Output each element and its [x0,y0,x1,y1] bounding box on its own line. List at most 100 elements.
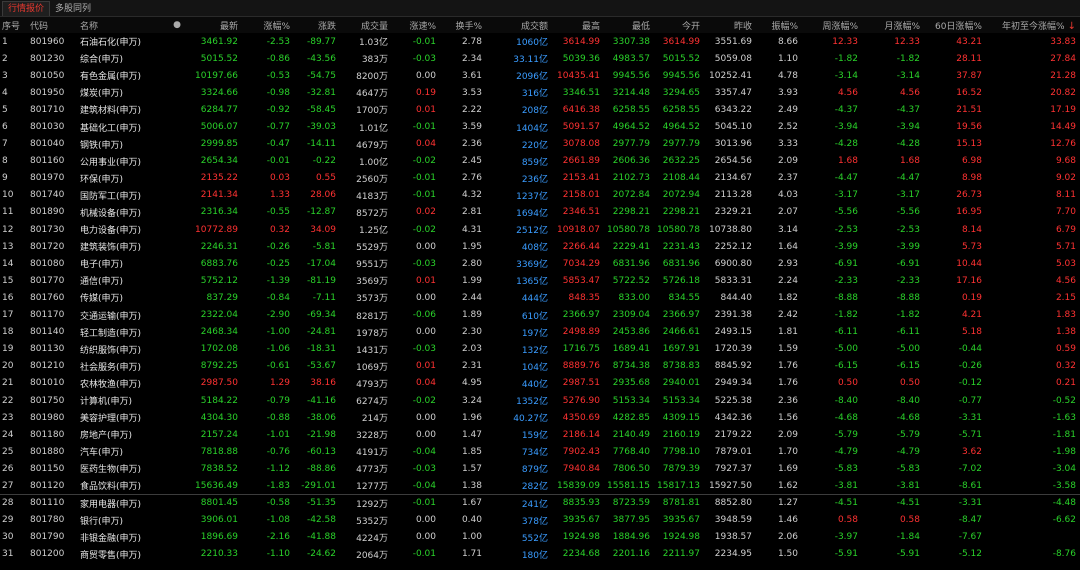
cell-name: 美容护理(申万) [80,414,142,425]
cell-marker [168,358,190,375]
cell-name: 煤炭(申万) [80,89,124,100]
table-row[interactable]: 22 801750 计算机(申万) 5184.22 -0.79 -41.16 6274万 -0… [0,392,1080,409]
table-row[interactable]: 25 801880 汽车(申万) 7818.88 -0.76 -60.13 4191万 -0.… [0,443,1080,460]
cell-60d-pct: -8.61 [924,477,986,496]
table-row[interactable]: 16 801760 传媒(申万) 837.29 -0.84 -7.11 3573万 0.00 2… [0,289,1080,306]
cell-month-pct: -5.56 [896,207,920,218]
table-row[interactable]: 7 801040 钢铁(申万) 2999.85 -0.47 -14.11 4679万 0.04… [0,136,1080,153]
cell-high: 10918.07 [557,224,600,235]
cell-week-pct: -5.56 [834,207,858,218]
table-row[interactable]: 15 801770 通信(申万) 5752.12 -1.39 -81.19 3569万 0.0… [0,272,1080,289]
cell-change-pct: -0.77 [266,122,290,133]
col-index[interactable]: 序号 [0,17,28,33]
cell-code: 801180 [30,429,65,440]
cell-volume: 214万 [361,414,388,425]
table-row[interactable]: 17 801170 交通运输(申万) 2322.04 -2.90 -69.34 8281万 -… [0,307,1080,324]
table-row[interactable]: 11 801890 机械设备(申万) 2316.34 -0.55 -12.87 8572万 0… [0,204,1080,221]
cell-marker [168,221,190,238]
col-code[interactable]: 代码 [28,17,78,33]
cell-code: 801200 [30,549,65,560]
cell-code: 801740 [30,190,65,201]
table-row[interactable]: 2 801230 综合(申万) 5015.52 -0.86 -43.56 383万 -0.03… [0,50,1080,67]
col-last[interactable]: 最新 [190,17,242,33]
cell-index: 21 [2,378,14,389]
col-ytd-pct[interactable]: 年初至今涨幅% ↓ [986,17,1080,33]
cell-index: 12 [2,224,14,235]
cell-60d-pct: -7.67 [958,532,982,543]
col-marker[interactable]: ● [168,17,190,33]
table-row[interactable]: 29 801780 银行(申万) 3906.01 -1.08 -42.58 5352万 0.0… [0,512,1080,529]
cell-turnover: 2.36 [461,139,482,150]
cell-prev-close: 844.40 [720,292,753,303]
cell-open: 4309.15 [662,412,700,423]
cell-last: 837.29 [206,292,239,303]
table-row[interactable]: 1 801960 石油石化(申万) 3461.92 -2.53 -89.77 1.03亿 -0… [0,33,1080,50]
col-turnover[interactable]: 换手% [440,17,486,33]
cell-week-pct: 0.50 [837,378,858,389]
cell-60d-pct: 4.21 [961,310,982,321]
col-amount[interactable]: 成交额 [486,17,552,33]
table-row[interactable]: 6 801030 基础化工(申万) 5006.07 -0.77 -39.03 1.01亿 -0… [0,118,1080,135]
col-change-pct[interactable]: 涨幅% [242,17,294,33]
cell-amplitude: 1.76 [777,378,798,389]
cell-marker [168,136,190,153]
table-row[interactable]: 14 801080 电子(申万) 6883.76 -0.25 -17.04 9551万 -0.… [0,255,1080,272]
cell-marker [168,50,190,67]
col-prev-close[interactable]: 昨收 [704,17,756,33]
cell-low: 2977.79 [612,139,650,150]
cell-month-pct: 1.68 [899,156,920,167]
col-60d-pct[interactable]: 60日涨幅% [924,17,986,33]
table-row[interactable]: 21 801010 农林牧渔(申万) 2987.50 1.29 38.16 4793万 0.0… [0,375,1080,392]
table-row[interactable]: 5 801710 建筑材料(申万) 6284.77 -0.92 -58.45 1700万 0.… [0,101,1080,118]
cell-marker [168,546,190,563]
tab-multi-stock[interactable]: 多股同列 [50,2,96,16]
table-row[interactable]: 24 801180 房地产(申万) 2157.24 -1.01 -21.98 3228万 0.… [0,426,1080,443]
table-row[interactable]: 18 801140 轻工制造(申万) 2468.34 -1.00 -24.81 1978万 0… [0,324,1080,341]
cell-name: 机械设备(申万) [80,208,142,219]
cell-code: 801010 [30,378,65,389]
cell-ytd-pct: 7.70 [1055,207,1076,218]
col-speed[interactable]: 涨速% [392,17,440,33]
cell-amount: 1352亿 [516,397,548,408]
table-row[interactable]: 20 801210 社会服务(申万) 8792.25 -0.61 -53.67 1069万 0… [0,358,1080,375]
col-open[interactable]: 今开 [654,17,704,33]
cell-change-pct: -0.55 [266,207,290,218]
col-low[interactable]: 最低 [604,17,654,33]
cell-60d-pct: 15.13 [956,139,982,150]
col-month-pct[interactable]: 月涨幅% [862,17,924,33]
col-amplitude[interactable]: 振幅% [756,17,802,33]
col-high[interactable]: 最高 [552,17,604,33]
tab-quotes[interactable]: 行情报价 [2,1,51,16]
table-row[interactable]: 31 801200 商贸零售(申万) 2210.33 -1.10 -24.62 2064万 -… [0,546,1080,563]
table-row[interactable]: 23 801980 美容护理(申万) 4304.30 -0.88 -38.06 214万 0.… [0,409,1080,426]
cell-60d-pct: -3.31 [958,498,982,509]
col-name[interactable]: 名称 [78,17,168,33]
cell-change: -51.35 [306,498,336,509]
table-row[interactable]: 26 801150 医药生物(申万) 7838.52 -1.12 -88.86 4773万 -… [0,460,1080,477]
table-row[interactable]: 13 801720 建筑装饰(申万) 2246.31 -0.26 -5.81 5529万 0.… [0,238,1080,255]
table-row[interactable]: 8 801160 公用事业(申万) 2654.34 -0.01 -0.22 1.00亿 -0.… [0,153,1080,170]
cell-index: 6 [2,122,8,133]
table-row[interactable]: 12 801730 电力设备(申万) 10772.89 0.32 34.09 1.25亿 -0… [0,221,1080,238]
table-row[interactable]: 10 801740 国防军工(申万) 2141.34 1.33 28.06 4183万 -0.… [0,187,1080,204]
table-row[interactable]: 30 801790 非银金融(申万) 1896.69 -2.16 -41.88 4224万 0… [0,529,1080,546]
table-row[interactable]: 9 801970 环保(申万) 2135.22 0.03 0.55 2560万 -0.01 2.… [0,170,1080,187]
table-row[interactable]: 3 801050 有色金属(申万) 10197.66 -0.53 -54.75 8200万 0… [0,67,1080,84]
table-row[interactable]: 28 801110 家用电器(申万) 8801.45 -0.58 -51.35 1292万 -… [0,495,1080,512]
table-row[interactable]: 27 801120 食品饮料(申万) 15636.49 -1.83 -291.01 1277… [0,477,1080,496]
cell-speed: 0.01 [415,361,436,372]
cell-open: 9945.56 [662,70,700,81]
table-row[interactable]: 4 801950 煤炭(申万) 3324.66 -0.98 -32.81 4647万 0.19… [0,84,1080,101]
cell-prev-close: 2654.56 [714,156,752,167]
cell-index: 1 [2,36,8,47]
cell-high: 848.35 [568,292,601,303]
cell-prev-close: 2252.12 [714,241,752,252]
cell-week-pct: 0.58 [837,515,858,526]
col-week-pct[interactable]: 周涨幅% [802,17,862,33]
col-change[interactable]: 涨跌 [294,17,340,33]
col-volume[interactable]: 成交量 [340,17,392,33]
cell-amplitude: 1.46 [777,515,798,526]
cell-name: 轻工制造(申万) [80,328,142,339]
table-row[interactable]: 19 801130 纺织服饰(申万) 1702.08 -1.06 -18.31 1431万 -… [0,341,1080,358]
cell-code: 801140 [30,327,65,338]
